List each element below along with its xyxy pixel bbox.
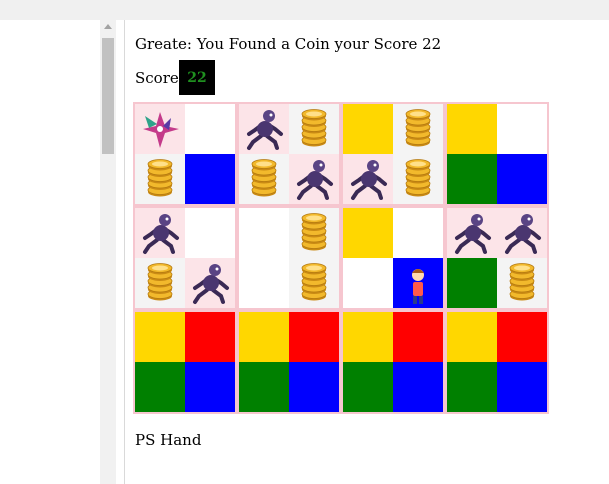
browser-toolbar [0,0,609,20]
robot-icon [135,208,185,258]
board-cell-white[interactable] [497,104,547,154]
board-cell-white[interactable] [239,258,289,308]
board-cell-coins[interactable] [497,258,547,308]
board-cell-yellow[interactable] [447,312,497,362]
coins-icon [289,258,339,308]
board-cell-robot[interactable] [185,258,235,308]
board-cell-yellow[interactable] [135,312,185,362]
board-cell-blue[interactable] [289,362,339,412]
robot-icon [239,104,289,154]
left-pane [0,20,100,484]
board-cell-green[interactable] [239,362,289,412]
robot-icon [289,154,339,204]
board-cell-green[interactable] [343,362,393,412]
robot-icon [185,258,235,308]
board-cell-blue[interactable] [393,362,443,412]
board-cell-blue[interactable] [497,362,547,412]
score-value: 22 [179,60,215,95]
board-cell-yellow[interactable] [343,104,393,154]
board-block [341,206,445,310]
coins-icon [393,154,443,204]
robot-icon [343,154,393,204]
board-cell-robot[interactable] [343,154,393,204]
pane-divider [124,20,125,484]
coins-icon [135,154,185,204]
robot-icon [447,208,497,258]
board-block [133,102,237,206]
board-block [341,310,445,414]
coins-icon [393,104,443,154]
board-cell-white[interactable] [239,208,289,258]
board-cell-green[interactable] [447,154,497,204]
board-cell-blue[interactable] [497,154,547,204]
board-cell-player[interactable] [393,258,443,308]
board-cell-white[interactable] [185,208,235,258]
coins-icon [239,154,289,204]
board-cell-coins[interactable] [289,104,339,154]
score-label: Score: [135,69,184,87]
dragon-icon [135,104,185,154]
scroll-thumb[interactable] [102,38,114,154]
board-cell-robot[interactable] [239,104,289,154]
board-cell-blue[interactable] [185,362,235,412]
board-cell-white[interactable] [393,208,443,258]
board-cell-red[interactable] [497,312,547,362]
board-cell-coins[interactable] [289,208,339,258]
coins-icon [497,258,547,308]
game-board [133,102,551,414]
board-cell-robot[interactable] [135,208,185,258]
coins-icon [289,208,339,258]
board-cell-yellow[interactable] [447,104,497,154]
board-cell-coins[interactable] [239,154,289,204]
board-cell-coins[interactable] [289,258,339,308]
board-block [341,102,445,206]
board-cell-green[interactable] [447,258,497,308]
board-cell-robot[interactable] [447,208,497,258]
status-message: Greate: You Found a Coin your Score 22 [135,35,442,53]
board-block [445,310,549,414]
board-cell-dragon[interactable] [135,104,185,154]
board-cell-white[interactable] [185,104,235,154]
board-cell-coins[interactable] [393,104,443,154]
board-cell-green[interactable] [447,362,497,412]
board-cell-yellow[interactable] [343,208,393,258]
footer-text: PS Hand [135,431,202,449]
board-block [237,310,341,414]
board-cell-yellow[interactable] [343,312,393,362]
board-cell-coins[interactable] [135,258,185,308]
board-cell-green[interactable] [135,362,185,412]
board-cell-robot[interactable] [497,208,547,258]
board-cell-red[interactable] [393,312,443,362]
vertical-scrollbar[interactable] [100,20,116,484]
board-cell-robot[interactable] [289,154,339,204]
board-cell-yellow[interactable] [239,312,289,362]
board-block [237,102,341,206]
coins-icon [135,258,185,308]
coins-icon [289,104,339,154]
robot-icon [497,208,547,258]
player-icon [393,258,443,308]
scroll-up-arrow-icon[interactable] [104,24,112,29]
board-block [445,102,549,206]
board-cell-red[interactable] [185,312,235,362]
board-block [133,206,237,310]
board-cell-red[interactable] [289,312,339,362]
board-cell-blue[interactable] [185,154,235,204]
board-cell-coins[interactable] [135,154,185,204]
board-block [237,206,341,310]
board-cell-white[interactable] [343,258,393,308]
board-cell-coins[interactable] [393,154,443,204]
board-block [133,310,237,414]
board-block [445,206,549,310]
